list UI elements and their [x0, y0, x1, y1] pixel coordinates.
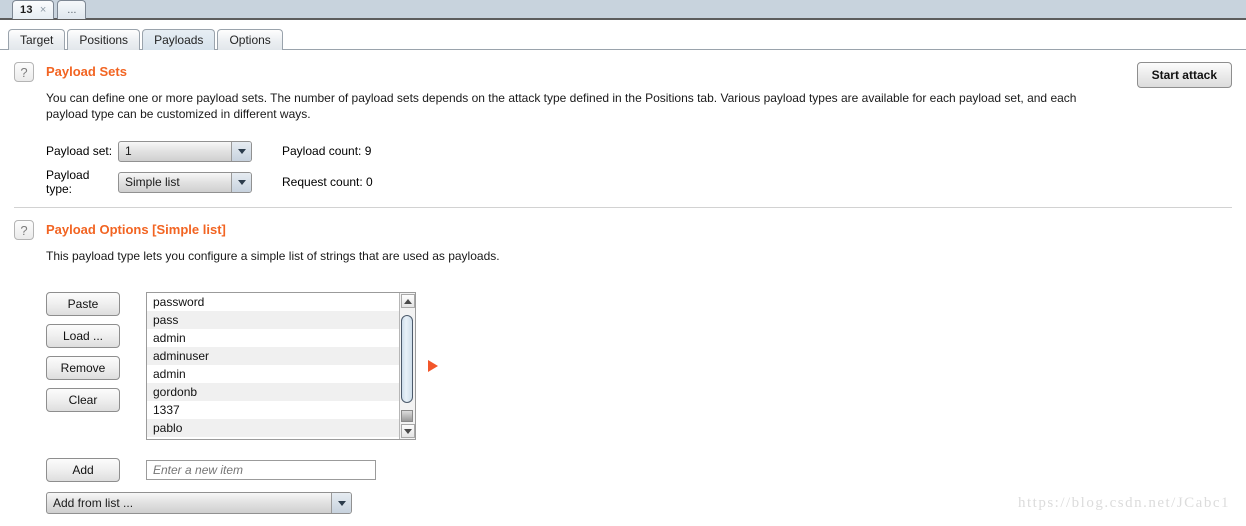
new-item-input[interactable]	[146, 460, 376, 480]
tab-payloads[interactable]: Payloads	[142, 29, 216, 50]
window-tab-more-label: ...	[67, 4, 77, 16]
close-icon[interactable]: ×	[40, 4, 46, 16]
chevron-down-icon[interactable]	[231, 172, 251, 192]
payload-type-dropdown[interactable]: Simple list	[118, 171, 252, 193]
clear-button[interactable]: Clear	[46, 388, 120, 412]
play-arrow-icon	[428, 360, 438, 372]
chevron-down-icon[interactable]	[231, 141, 251, 161]
remove-button[interactable]: Remove	[46, 356, 120, 380]
main-tab-bar: Target Positions Payloads Options	[0, 28, 1246, 50]
add-button[interactable]: Add	[46, 458, 120, 482]
tab-positions-label: Positions	[79, 33, 129, 47]
scroll-down-icon[interactable]	[400, 424, 415, 438]
payload-list-area: Paste Load ... Remove Clear password pas…	[46, 292, 1246, 440]
window-tab-label: 13	[20, 4, 33, 16]
list-item[interactable]: pablo	[147, 419, 399, 437]
tab-target[interactable]: Target	[8, 29, 66, 50]
payload-sets-title: Payload Sets	[46, 64, 127, 79]
list-item[interactable]: admin	[147, 365, 399, 383]
payload-count-label: Payload count: 9	[282, 144, 372, 158]
payload-list-box[interactable]: password pass admin adminuser admin gord…	[146, 292, 416, 440]
payload-options-panel: ? Payload Options [Simple list] This pay…	[0, 208, 1246, 514]
tab-options-label: Options	[229, 33, 271, 47]
add-from-list-dropdown[interactable]: Add from list ...	[46, 492, 352, 514]
payload-set-label: Payload set:	[46, 144, 113, 158]
chevron-down-icon[interactable]	[331, 493, 351, 513]
payload-sets-form: Payload set: 1 Payload count: 9 Payload …	[46, 140, 1246, 196]
add-item-row: Add	[46, 458, 1246, 482]
payload-type-label: Payload type:	[46, 168, 90, 196]
tab-positions[interactable]: Positions	[67, 29, 141, 50]
payload-list-buttons: Paste Load ... Remove Clear	[46, 292, 120, 420]
watermark: https://blog.csdn.net/JCabc1	[1018, 495, 1230, 511]
payload-list-scrollbar[interactable]	[399, 293, 415, 439]
paste-button[interactable]: Paste	[46, 292, 120, 316]
list-item[interactable]: password	[147, 293, 399, 311]
window-tab-more[interactable]: ...	[57, 0, 87, 19]
payload-type-row: Payload type: Simple list Request count:…	[46, 168, 1246, 196]
question-mark-icon[interactable]: ?	[14, 62, 34, 82]
payload-set-value: 1	[125, 144, 132, 158]
add-from-list-value: Add from list ...	[53, 496, 134, 510]
scrollbar-track-bottom	[401, 410, 413, 422]
payload-list-items[interactable]: password pass admin adminuser admin gord…	[147, 293, 399, 439]
payload-set-dropdown[interactable]: 1	[118, 140, 252, 162]
tab-options[interactable]: Options	[217, 29, 283, 50]
window-tab-13[interactable]: 13 ×	[12, 0, 55, 19]
payload-sets-panel: ? Payload Sets Start attack You can defi…	[0, 50, 1246, 196]
question-mark-icon[interactable]: ?	[14, 220, 34, 240]
list-item[interactable]: gordonb	[147, 383, 399, 401]
payload-set-row: Payload set: 1 Payload count: 9	[46, 140, 1246, 162]
scroll-up-icon[interactable]	[400, 294, 415, 308]
window-tab-strip: 13 × ...	[0, 0, 1246, 20]
payload-options-title: Payload Options [Simple list]	[46, 222, 226, 237]
load-button[interactable]: Load ...	[46, 324, 120, 348]
tab-payloads-label: Payloads	[154, 33, 204, 47]
list-item[interactable]: adminuser	[147, 347, 399, 365]
payload-type-value: Simple list	[125, 175, 180, 189]
request-count-label: Request count: 0	[282, 175, 373, 189]
list-item[interactable]: 1337	[147, 401, 399, 419]
payload-options-description: This payload type lets you configure a s…	[46, 249, 500, 263]
list-item[interactable]: pass	[147, 311, 399, 329]
payload-sets-description: You can define one or more payload sets.…	[46, 91, 1077, 121]
list-item[interactable]: admin	[147, 329, 399, 347]
start-attack-button[interactable]: Start attack	[1136, 62, 1232, 88]
scrollbar-thumb[interactable]	[401, 315, 413, 403]
tab-target-label: Target	[20, 33, 54, 47]
